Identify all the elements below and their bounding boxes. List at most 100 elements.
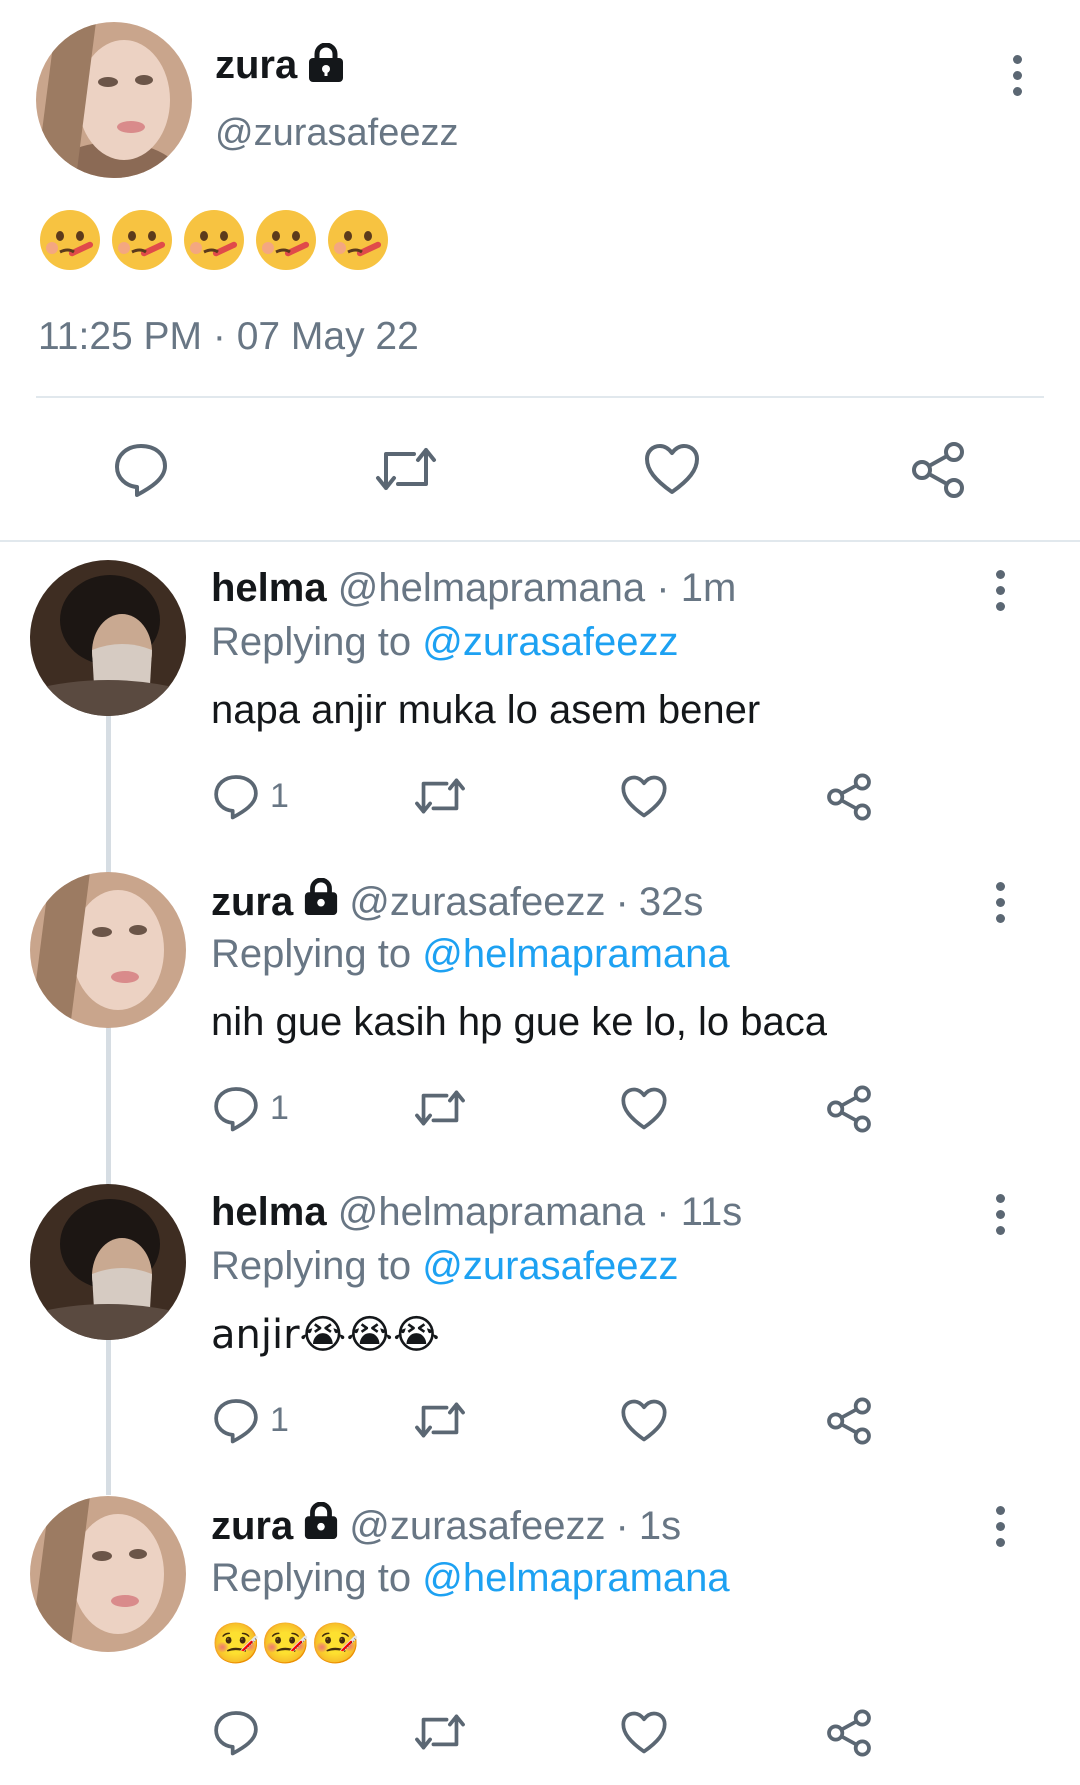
share-button[interactable] (824, 1084, 874, 1134)
share-button[interactable] (824, 1708, 874, 1758)
like-button[interactable] (620, 1086, 668, 1131)
like-button[interactable] (620, 1398, 668, 1443)
like-button[interactable] (643, 442, 701, 496)
author-avatar[interactable] (36, 22, 192, 178)
reply-time[interactable]: 1s (639, 1504, 681, 1549)
retweet-icon (376, 448, 436, 490)
retweet-button[interactable] (412, 1708, 468, 1756)
more-vertical-icon[interactable] (990, 882, 1010, 923)
reply-avatar[interactable] (30, 872, 186, 1028)
more-vertical-icon[interactable] (990, 1506, 1010, 1547)
lock-icon (303, 1501, 339, 1550)
reply-time[interactable]: 32s (639, 880, 704, 925)
thread-line (106, 715, 111, 1495)
sick-face-emoji (184, 210, 244, 270)
reply-icon (214, 1711, 258, 1756)
separator-dot: · (615, 879, 629, 924)
retweet-icon (415, 1714, 465, 1750)
reply-count: 1 (270, 1400, 289, 1439)
reply-button[interactable]: 1 (212, 772, 289, 820)
reply-header: zura @zurasafeezz · 32s (211, 877, 704, 926)
retweet-icon (415, 1402, 465, 1438)
reply-author-name[interactable]: helma (211, 1190, 327, 1234)
reply-button[interactable] (112, 440, 170, 498)
reply-avatar[interactable] (30, 1184, 186, 1340)
like-button[interactable] (620, 774, 668, 819)
reply-author-handle[interactable]: @helmapramana (338, 1190, 645, 1234)
replying-to-line: Replying to @helmapramana (211, 932, 730, 977)
reply-icon (115, 444, 167, 497)
reply-avatar[interactable] (30, 560, 186, 716)
retweet-button[interactable] (412, 1396, 468, 1444)
replying-to-line: Replying to @zurasafeezz (211, 1244, 679, 1289)
reply-author-name[interactable]: zura (211, 1504, 293, 1549)
replying-to-line: Replying to @zurasafeezz (211, 620, 679, 665)
share-icon (827, 1397, 871, 1445)
retweet-button[interactable] (412, 772, 468, 820)
reply-button[interactable]: 1 (212, 1084, 289, 1132)
reply-text: 🤒🤒🤒 (211, 1621, 361, 1667)
heart-icon (621, 1711, 667, 1754)
sick-face-emoji (40, 210, 100, 270)
replying-to-link[interactable]: @helmapramana (422, 1556, 729, 1600)
more-vertical-icon[interactable] (990, 570, 1010, 611)
author-name[interactable]: zura (215, 43, 297, 88)
reply-header: zura @zurasafeezz · 1s (211, 1501, 681, 1550)
share-icon (827, 773, 871, 821)
reply-author-handle[interactable]: @helmapramana (338, 566, 645, 610)
reply-icon (214, 1087, 258, 1132)
reply-count: 1 (270, 776, 289, 815)
share-button[interactable] (824, 1396, 874, 1446)
share-button[interactable] (908, 440, 968, 500)
tweet-timestamp[interactable]: 11:25 PM · 07 May 22 (38, 315, 419, 359)
tweet-body (38, 208, 390, 272)
separator-dot: · (656, 1190, 670, 1234)
reply-author-name[interactable]: helma (211, 566, 327, 610)
retweet-icon (415, 778, 465, 814)
reply-icon (214, 1399, 258, 1444)
reply-author-name[interactable]: zura (211, 880, 293, 925)
more-vertical-icon[interactable] (1007, 55, 1027, 96)
reply-button[interactable] (212, 1708, 270, 1756)
separator-dot: · (656, 566, 670, 610)
sick-face-emoji (328, 210, 388, 270)
reply-text: anjir😭😭😭 (211, 1312, 440, 1358)
replying-to-label: Replying to (211, 1556, 412, 1600)
divider (36, 396, 1044, 398)
share-button[interactable] (824, 772, 874, 822)
replying-to-label: Replying to (211, 1244, 412, 1288)
retweet-button[interactable] (372, 440, 440, 498)
author-name-row: zura (215, 42, 345, 88)
replying-to-link[interactable]: @helmapramana (422, 932, 729, 976)
replying-to-label: Replying to (211, 620, 412, 664)
share-icon (827, 1709, 871, 1757)
like-button[interactable] (620, 1710, 668, 1755)
retweet-button[interactable] (412, 1084, 468, 1132)
sick-face-emoji (112, 210, 172, 270)
heart-icon (621, 775, 667, 818)
separator-dot: · (615, 1503, 629, 1548)
replying-to-link[interactable]: @zurasafeezz (422, 1244, 678, 1288)
replying-to-link[interactable]: @zurasafeezz (422, 620, 678, 664)
share-icon (912, 442, 964, 498)
reply-avatar[interactable] (30, 1496, 186, 1652)
lock-icon (307, 42, 345, 88)
heart-icon (621, 1399, 667, 1442)
reply-text: nih gue kasih hp gue ke lo, lo baca (211, 1000, 827, 1044)
reply-count: 1 (270, 1088, 289, 1127)
reply-header: helma @helmapramana · 1m (211, 566, 736, 611)
sick-face-emoji (256, 210, 316, 270)
heart-icon (645, 444, 699, 494)
reply-text: napa anjir muka lo asem bener (211, 688, 761, 732)
reply-time[interactable]: 11s (681, 1190, 743, 1234)
more-vertical-icon[interactable] (990, 1194, 1010, 1235)
reply-author-handle[interactable]: @zurasafeezz (349, 880, 605, 925)
heart-icon (621, 1087, 667, 1130)
reply-author-handle[interactable]: @zurasafeezz (349, 1504, 605, 1549)
lock-icon (303, 877, 339, 926)
replying-to-label: Replying to (211, 932, 412, 976)
author-handle[interactable]: @zurasafeezz (215, 112, 458, 155)
share-icon (827, 1085, 871, 1133)
reply-time[interactable]: 1m (681, 566, 737, 610)
reply-button[interactable]: 1 (212, 1396, 289, 1444)
